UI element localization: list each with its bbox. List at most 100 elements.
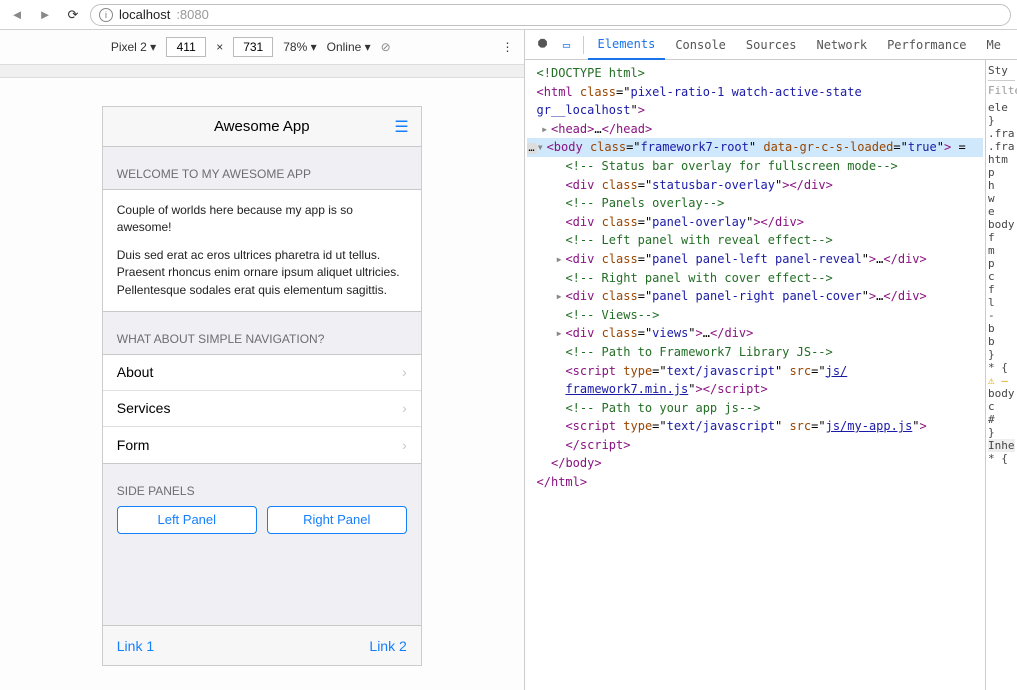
dom-line[interactable]: <html class="pixel-ratio-1 watch-active-… (527, 83, 983, 102)
welcome-line1: Couple of worlds here because my app is … (117, 202, 407, 237)
devtools-tabs: ⯃ ▭ ElementsConsoleSourcesNetworkPerform… (525, 30, 1017, 60)
styles-line: } (988, 348, 1015, 361)
dom-line[interactable]: ▸<head>…</head> (527, 120, 983, 139)
welcome-block: Couple of worlds here because my app is … (103, 189, 421, 312)
devtools-tab-performance[interactable]: Performance (877, 30, 976, 60)
url-bar[interactable]: i localhost:8080 (90, 4, 1011, 26)
dom-tree[interactable]: <!DOCTYPE html><html class="pixel-ratio-… (525, 60, 985, 690)
chevron-right-icon: › (402, 400, 407, 416)
right-panel-button[interactable]: Right Panel (267, 506, 407, 534)
styles-line: body (988, 387, 1015, 400)
reload-button[interactable]: ⟳ (62, 4, 84, 26)
dom-line[interactable]: ▸<div class="panel panel-right panel-cov… (527, 287, 983, 306)
throttle-select[interactable]: Online ▾ (327, 40, 371, 54)
devtools-tab-me[interactable]: Me (977, 30, 1011, 60)
device-preview-pane: Pixel 2 ▾ × 78% ▾ Online ▾ ⊘ ⋮ Awesome A… (0, 30, 525, 690)
dom-line[interactable]: <script type="text/javascript" src="js/ (527, 362, 983, 381)
styles-line: c (988, 400, 1015, 413)
phone-viewport: Awesome App ☰ WELCOME TO MY AWESOME APP … (102, 106, 422, 666)
nav-item-label: Form (117, 437, 150, 453)
dom-line[interactable]: <div class="panel-overlay"></div> (527, 213, 983, 232)
styles-line: e (988, 205, 1015, 218)
welcome-line2: Duis sed erat ac eros ultrices pharetra … (117, 247, 407, 299)
dom-line[interactable]: <!-- Left panel with reveal effect--> (527, 231, 983, 250)
devtools-tab-sources[interactable]: Sources (736, 30, 807, 60)
nav-item-services[interactable]: Services › (103, 391, 421, 427)
styles-line: w (988, 192, 1015, 205)
styles-line: - (988, 309, 1015, 322)
styles-line: f (988, 283, 1015, 296)
zoom-select[interactable]: 78% ▾ (283, 40, 316, 54)
dom-line[interactable]: <!-- Views--> (527, 306, 983, 325)
nav-item-label: Services (117, 400, 171, 416)
styles-line: p (988, 166, 1015, 179)
styles-line: * { (988, 361, 1015, 374)
forward-button[interactable]: ► (34, 4, 56, 26)
width-input[interactable] (166, 37, 206, 57)
left-panel-button[interactable]: Left Panel (117, 506, 257, 534)
nav-title: WHAT ABOUT SIMPLE NAVIGATION? (103, 312, 421, 354)
dom-line[interactable]: </body> (527, 454, 983, 473)
nav-list: About› Services › Form › (103, 354, 421, 464)
ruler (0, 64, 524, 78)
device-mode-icon[interactable]: ▭ (555, 38, 579, 52)
styles-line: f (988, 231, 1015, 244)
site-info-icon[interactable]: i (99, 8, 113, 22)
devtools-tab-elements[interactable]: Elements (588, 30, 666, 60)
styles-line: b (988, 335, 1015, 348)
styles-line: # (988, 413, 1015, 426)
toolbar-link-1[interactable]: Link 1 (117, 638, 154, 654)
dom-line[interactable]: <div class="statusbar-overlay"></div> (527, 176, 983, 195)
styles-line: Inhe (988, 439, 1015, 452)
styles-line: c (988, 270, 1015, 283)
nav-item-form[interactable]: Form › (103, 427, 421, 463)
nav-item-about[interactable]: About› (103, 355, 421, 391)
devtools-tab-network[interactable]: Network (806, 30, 877, 60)
styles-line: body (988, 218, 1015, 231)
welcome-title: WELCOME TO MY AWESOME APP (103, 147, 421, 189)
dom-line[interactable]: </html> (527, 473, 983, 492)
styles-line: p (988, 257, 1015, 270)
dom-line[interactable]: <script type="text/javascript" src="js/m… (527, 417, 983, 436)
devtools-tab-console[interactable]: Console (665, 30, 736, 60)
dom-line[interactable]: gr__localhost"> (527, 101, 983, 120)
styles-line: l (988, 296, 1015, 309)
dim-sep: × (216, 40, 223, 54)
styles-line: * { (988, 452, 1015, 465)
styles-filter[interactable]: Filte (988, 84, 1015, 97)
dom-line[interactable]: <!-- Path to your app js--> (527, 399, 983, 418)
browser-toolbar: ◄ ► ⟳ i localhost:8080 (0, 0, 1017, 30)
inspect-icon[interactable]: ⯃ (531, 37, 555, 52)
url-port: :8080 (176, 7, 209, 22)
dom-line[interactable]: <!-- Path to Framework7 Library JS--> (527, 343, 983, 362)
rotate-icon[interactable]: ⊘ (381, 40, 391, 54)
dom-line[interactable]: ▸<div class="panel panel-left panel-reve… (527, 250, 983, 269)
device-menu-icon[interactable]: ⋮ (502, 40, 514, 54)
app-navbar: Awesome App ☰ (103, 107, 421, 147)
dom-line[interactable]: </script> (527, 436, 983, 455)
dom-line[interactable]: <!-- Right panel with cover effect--> (527, 269, 983, 288)
styles-line: .fra (988, 127, 1015, 140)
device-toolbar: Pixel 2 ▾ × 78% ▾ Online ▾ ⊘ ⋮ (0, 30, 524, 64)
styles-line: m (988, 244, 1015, 257)
styles-line: ele (988, 101, 1015, 114)
styles-line: } (988, 426, 1015, 439)
back-button[interactable]: ◄ (6, 4, 28, 26)
toolbar-link-2[interactable]: Link 2 (369, 638, 406, 654)
menu-list-icon[interactable]: ☰ (394, 117, 408, 137)
dom-line[interactable]: …▾<body class="framework7-root" data-gr-… (527, 138, 983, 157)
nav-item-label: About (117, 364, 154, 380)
device-select[interactable]: Pixel 2 ▾ (111, 40, 156, 54)
dom-line[interactable]: <!DOCTYPE html> (527, 64, 983, 83)
dom-line[interactable]: ▸<div class="views">…</div> (527, 324, 983, 343)
height-input[interactable] (233, 37, 273, 57)
dom-line[interactable]: <!-- Status bar overlay for fullscreen m… (527, 157, 983, 176)
panels-title: SIDE PANELS (103, 464, 421, 506)
dom-line[interactable]: framework7.min.js"></script> (527, 380, 983, 399)
styles-pane[interactable]: Sty Filte ele}.fra.frahtm p h w ebody f … (985, 60, 1017, 690)
styles-line: b (988, 322, 1015, 335)
styles-header: Sty (988, 64, 1015, 81)
styles-line: } (988, 114, 1015, 127)
chevron-right-icon: › (402, 437, 407, 453)
dom-line[interactable]: <!-- Panels overlay--> (527, 194, 983, 213)
